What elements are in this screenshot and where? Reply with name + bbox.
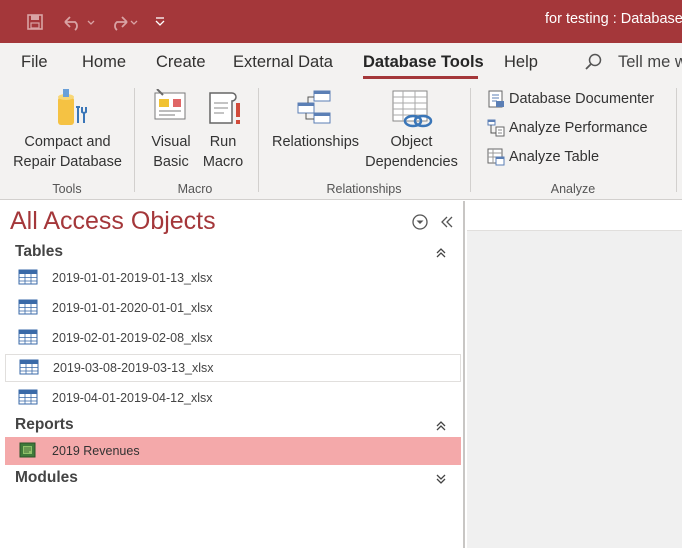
compact-repair-button[interactable]: Compact and Repair Database: [10, 85, 125, 171]
save-icon[interactable]: [24, 10, 46, 34]
section-header-modules[interactable]: Modules: [15, 469, 78, 487]
group-label-relationships: Relationships: [326, 182, 402, 196]
table-row[interactable]: 2019-01-01-2019-01-13_xlsx: [5, 264, 461, 292]
table-icon: [19, 359, 39, 378]
object-dependencies-button[interactable]: Object Dependencies: [363, 85, 460, 171]
visual-basic-icon: [153, 88, 191, 131]
collapse-reports-icon[interactable]: [435, 419, 447, 437]
tab-file[interactable]: File: [21, 53, 48, 72]
collapse-pane-icon[interactable]: [439, 213, 455, 236]
ribbon-separator: [470, 88, 471, 192]
redo-icon[interactable]: [104, 10, 140, 34]
relationships-button[interactable]: Relationships: [268, 85, 363, 171]
table-name: 2019-04-01-2019-04-12_xlsx: [52, 391, 213, 405]
ribbon-separator: [258, 88, 259, 192]
run-macro-button[interactable]: Run Macro: [198, 85, 248, 171]
table-icon: [18, 329, 38, 348]
group-label-tools: Tools: [52, 182, 82, 196]
undo-icon[interactable]: [60, 10, 96, 34]
search-icon[interactable]: [583, 52, 603, 77]
document-work-area: [467, 201, 682, 548]
report-row[interactable]: 2019 Revenues: [5, 437, 461, 465]
table-name: 2019-01-01-2020-01-01_xlsx: [52, 301, 213, 315]
group-label-analyze: Analyze: [550, 182, 596, 196]
title-bar: for testing : Database: [0, 0, 682, 43]
group-label-macro: Macro: [177, 182, 213, 196]
analyze-table-label: Analyze Table: [509, 149, 600, 165]
table-row[interactable]: 2019-01-01-2020-01-01_xlsx: [5, 294, 461, 322]
tab-home[interactable]: Home: [82, 53, 126, 72]
table-name: 2019-02-01-2019-02-08_xlsx: [52, 331, 213, 345]
active-tab-indicator: [363, 76, 478, 79]
section-header-reports[interactable]: Reports: [15, 416, 74, 434]
table-icon: [18, 389, 38, 408]
customize-qat-icon[interactable]: [150, 10, 170, 34]
expand-modules-icon[interactable]: [435, 472, 447, 490]
relationships-icon: [296, 89, 334, 131]
database-documenter-button[interactable]: Database Documenter: [486, 88, 654, 110]
database-documenter-label: Database Documenter: [509, 91, 655, 107]
tab-database-tools[interactable]: Database Tools: [363, 53, 484, 72]
tab-external-data[interactable]: External Data: [233, 53, 333, 72]
analyze-performance-icon: [487, 119, 505, 137]
section-header-tables[interactable]: Tables: [15, 243, 63, 261]
analyze-table-icon: [487, 148, 505, 166]
ribbon-separator: [134, 88, 135, 192]
report-name: 2019 Revenues: [52, 444, 140, 458]
tell-me-box[interactable]: Tell me w: [618, 53, 682, 72]
document-tab-strip: [467, 201, 682, 231]
collapse-tables-icon[interactable]: [435, 246, 447, 264]
table-row[interactable]: 2019-02-01-2019-02-08_xlsx: [5, 324, 461, 352]
navigation-pane: All Access Objects Tables 2019-01-01-201…: [0, 201, 465, 548]
report-icon: [18, 442, 38, 461]
table-icon: [18, 269, 38, 288]
visual-basic-button[interactable]: Visual Basic: [145, 85, 197, 171]
database-documenter-icon: [488, 90, 504, 108]
tab-help[interactable]: Help: [504, 53, 538, 72]
ribbon: Compact and Repair Database Tools Visual…: [0, 81, 682, 200]
compact-repair-icon: [54, 87, 88, 135]
table-name: 2019-03-08-2019-03-13_xlsx: [53, 361, 214, 375]
analyze-performance-label: Analyze Performance: [509, 120, 648, 136]
analyze-performance-button[interactable]: Analyze Performance: [486, 117, 648, 139]
table-icon: [18, 299, 38, 318]
run-macro-icon: [206, 89, 242, 133]
object-dependencies-icon: [391, 89, 433, 135]
tab-create[interactable]: Create: [156, 53, 206, 72]
table-row[interactable]: 2019-03-08-2019-03-13_xlsx: [5, 354, 461, 382]
nav-pane-title[interactable]: All Access Objects: [10, 207, 216, 236]
window-title: for testing : Database: [545, 11, 682, 27]
ribbon-separator: [676, 88, 677, 192]
nav-menu-dropdown-icon[interactable]: [411, 213, 429, 236]
table-name: 2019-01-01-2019-01-13_xlsx: [52, 271, 213, 285]
table-row[interactable]: 2019-04-01-2019-04-12_xlsx: [5, 384, 461, 412]
analyze-table-button[interactable]: Analyze Table: [486, 146, 599, 168]
